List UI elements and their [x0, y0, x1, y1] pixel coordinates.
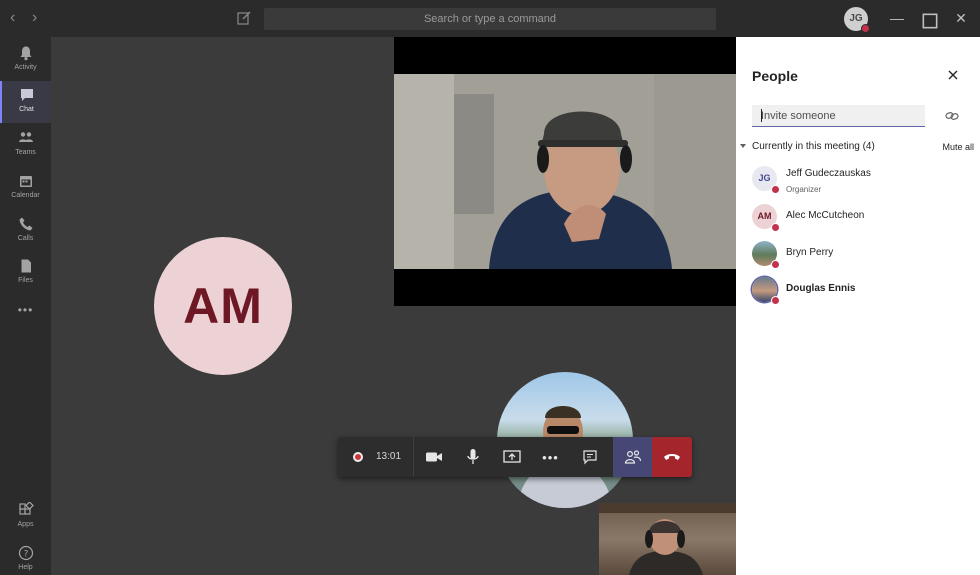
text-cursor	[761, 109, 762, 122]
rail-item-calendar[interactable]: Calendar	[0, 167, 51, 209]
participant-row[interactable]: JG Jeff Gudeczauskas Organizer	[736, 164, 980, 200]
camera-button[interactable]	[414, 437, 453, 477]
rail-item-files[interactable]: Files	[0, 252, 51, 294]
avatar-initials: JG	[758, 173, 771, 183]
forward-arrow-icon[interactable]: ›	[32, 9, 37, 27]
call-timer: 13:01	[376, 451, 402, 462]
participant-tile-am[interactable]: AM	[51, 37, 394, 575]
bell-icon	[20, 46, 31, 61]
rail-item-calls[interactable]: Calls	[0, 210, 51, 252]
panel-title: People	[752, 68, 798, 84]
video-tile-letterbox	[394, 37, 736, 306]
main-video-feed[interactable]	[394, 74, 736, 269]
close-icon[interactable]	[946, 68, 960, 82]
participant-role: Organizer	[786, 185, 822, 194]
people-icon	[624, 450, 641, 464]
participant-name: Douglas Ennis	[786, 283, 856, 294]
rail-label: Teams	[15, 149, 36, 156]
rail-item-chat[interactable]: Chat	[0, 81, 51, 123]
video-person-image	[599, 503, 736, 575]
busy-status-icon	[771, 296, 780, 305]
mute-all-button[interactable]: Mute all	[942, 142, 974, 152]
participant-name: Alec McCutcheon	[786, 210, 865, 221]
microphone-icon	[466, 449, 479, 464]
show-participants-button[interactable]	[613, 437, 652, 477]
minimize-icon[interactable]: —	[889, 9, 905, 27]
user-initials: JG	[849, 13, 863, 24]
svg-text:?: ?	[23, 550, 28, 560]
rail-label: Calls	[17, 235, 34, 242]
rail-item-apps[interactable]: Apps	[0, 496, 51, 538]
meeting-section-header[interactable]: Currently in this meeting (4) Mute all	[740, 139, 976, 155]
participant-avatar: AM	[154, 237, 292, 375]
teams-window: ‹ › Search or type a command JG — ✕ Acti…	[0, 0, 980, 575]
meeting-chat-button[interactable]	[570, 437, 609, 477]
participant-row[interactable]: AM Alec McCutcheon	[736, 202, 980, 238]
busy-status-icon	[771, 185, 780, 194]
rail-item-teams[interactable]: Teams	[0, 124, 51, 166]
invite-input[interactable]	[752, 105, 925, 127]
rail-label: Apps	[17, 521, 34, 528]
app-rail: Activity Chat Teams Calendar Calls Files…	[0, 37, 51, 575]
hang-up-button[interactable]	[652, 437, 692, 477]
more-apps-icon[interactable]: •••	[0, 303, 51, 325]
record-icon	[352, 452, 363, 462]
rail-label: Chat	[19, 106, 34, 113]
video-person-image	[394, 74, 736, 269]
title-bar: ‹ › Search or type a command JG — ✕	[0, 0, 980, 37]
more-options-icon[interactable]: •••	[531, 437, 570, 477]
share-link-icon[interactable]	[945, 109, 959, 123]
avatar: AM	[752, 204, 780, 232]
busy-status-icon	[771, 223, 780, 232]
rail-label: Help	[18, 564, 33, 571]
avatar	[752, 241, 780, 269]
rail-item-help[interactable]: ? Help	[0, 539, 51, 575]
back-arrow-icon[interactable]: ‹	[10, 9, 15, 27]
section-label: Currently in this meeting (4)	[752, 141, 875, 152]
user-avatar[interactable]: JG	[844, 7, 870, 33]
participant-row[interactable]: Bryn Perry	[736, 239, 980, 275]
share-screen-button[interactable]	[492, 437, 531, 477]
file-icon	[21, 259, 31, 273]
rail-item-activity[interactable]: Activity	[0, 39, 51, 81]
hang-up-icon	[664, 454, 680, 460]
help-icon: ?	[18, 545, 33, 561]
participant-row[interactable]: Douglas Ennis	[736, 275, 980, 311]
rail-label: Files	[18, 277, 33, 284]
compose-icon[interactable]	[236, 10, 252, 26]
participant-name: Bryn Perry	[786, 247, 834, 258]
recording-indicator[interactable]	[338, 437, 377, 477]
self-video-preview[interactable]	[599, 503, 736, 575]
people-panel: People Currently in this meeting (4) Mut…	[736, 37, 980, 575]
camera-icon	[425, 452, 442, 462]
rail-label: Calendar	[11, 192, 40, 199]
call-controls: 13:01 •••	[338, 437, 692, 477]
avatar: JG	[752, 166, 780, 194]
phone-icon	[19, 217, 32, 231]
calendar-icon	[19, 176, 32, 187]
avatar-initials: AM	[757, 211, 772, 221]
share-screen-icon	[502, 450, 521, 463]
chat-icon	[582, 450, 597, 465]
busy-status-icon	[861, 24, 870, 33]
avatar	[752, 277, 780, 305]
close-window-icon[interactable]: ✕	[953, 9, 969, 27]
microphone-button[interactable]	[453, 437, 492, 477]
maximize-icon[interactable]	[922, 12, 938, 30]
video-stage	[394, 37, 736, 575]
participant-name: Jeff Gudeczauskas	[786, 168, 871, 179]
chevron-down-icon	[740, 144, 746, 148]
teams-icon	[18, 132, 33, 142]
busy-status-icon	[771, 260, 780, 269]
chat-icon	[20, 89, 33, 101]
rail-label: Activity	[14, 64, 37, 71]
search-input[interactable]: Search or type a command	[264, 8, 716, 30]
apps-icon	[18, 502, 34, 515]
